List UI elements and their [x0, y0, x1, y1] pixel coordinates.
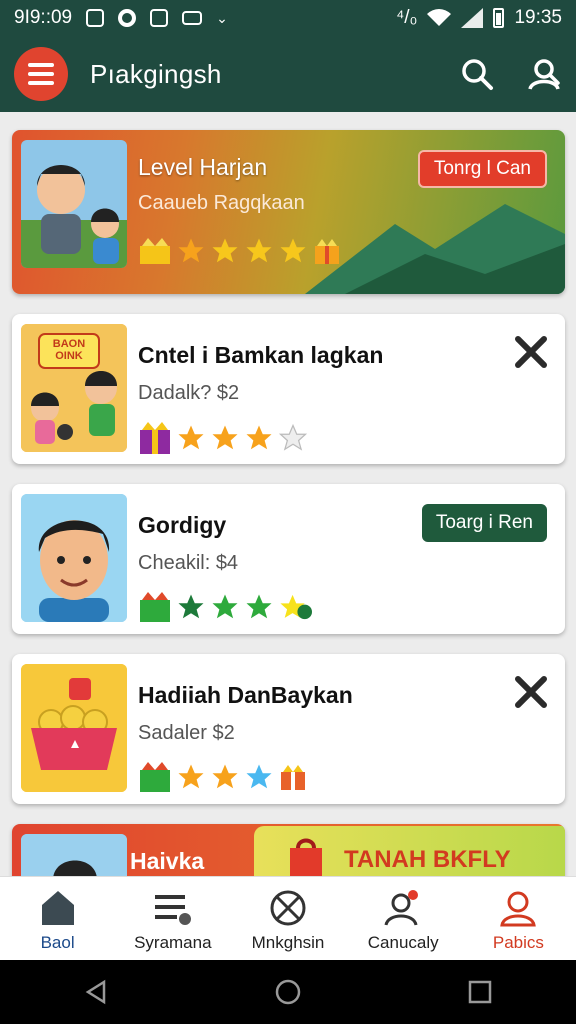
star-icon: [212, 594, 238, 619]
content-list[interactable]: Level Harjan Caaueb Ragqkaan Tonrg l Can: [0, 112, 576, 876]
status-bar: 9I9::09 ⌄ ⁴/₀ 19:35: [0, 0, 576, 36]
star-icon: [246, 764, 272, 789]
menu-icon-line: [28, 63, 54, 67]
profile-search-icon[interactable]: [526, 57, 562, 91]
settings-notification-icon: [118, 9, 137, 27]
back-icon[interactable]: [82, 978, 110, 1006]
list-card[interactable]: Hadiiah DanBaykan Sadaler $2: [12, 654, 565, 804]
nav-label: Pabics: [492, 933, 544, 952]
promo-title: Haivka: [130, 848, 205, 874]
app-bar: Pıakgingsh: [0, 36, 576, 112]
menu-button[interactable]: [14, 47, 68, 101]
nav-item-home[interactable]: Baol: [0, 877, 115, 960]
home-circle-icon[interactable]: [274, 978, 302, 1006]
bottom-navigation: Baol Syramana Mnkghsin Canucaly Pabics: [0, 876, 576, 960]
list-icon: [154, 895, 191, 925]
status-time-left: 9I9::09: [14, 7, 73, 28]
card-title: Hadiiah DanBaykan: [138, 682, 353, 708]
star-icon: [280, 238, 306, 263]
card-subtitle: Cheakil: $4: [138, 552, 239, 574]
nav-label: Syramana: [134, 933, 212, 952]
nav-item-list[interactable]: Syramana: [115, 877, 230, 960]
app-title: Pıakgingsh: [90, 58, 222, 89]
gift-icon: [315, 239, 339, 264]
star-icon: [178, 594, 204, 619]
nav-item-profile[interactable]: Pabics: [461, 877, 576, 960]
star-icon: [178, 238, 204, 263]
avatar-illustration: [21, 494, 127, 622]
user-notification-icon: [384, 890, 419, 926]
wifi-icon: [427, 9, 452, 26]
star-icon: [246, 425, 272, 450]
gift-icon: [140, 422, 170, 454]
list-card[interactable]: BAON OINK Cntel i Bamkan lagkan Dadalk? …: [12, 314, 565, 464]
battery-icon: [493, 8, 505, 28]
video-notification-icon: [182, 11, 203, 25]
signal-icon: [461, 8, 484, 28]
card-title: Gordigy: [138, 512, 227, 538]
nav-item-cancel[interactable]: Mnkghsin: [230, 877, 345, 960]
square-notification-icon: [150, 9, 169, 27]
menu-icon-line: [28, 81, 54, 85]
star-icon: [178, 764, 204, 789]
rating-row: [138, 420, 308, 456]
kid-illustration: [21, 834, 127, 876]
cancel-circle-icon: [270, 890, 306, 926]
card-thumbnail: [21, 494, 127, 622]
star-icon: [212, 764, 238, 789]
app-notification-icon: [86, 9, 105, 27]
card-thumbnail: [21, 834, 127, 876]
promo-banner[interactable]: TANAH BKFLY: [254, 826, 565, 876]
nav-item-account[interactable]: Canucaly: [346, 877, 461, 960]
card-title: Cntel i Bamkan lagkan: [138, 342, 384, 368]
star-icon: [178, 425, 204, 450]
star-icon: [246, 238, 272, 263]
promo-banner-text: TANAH BKFLY: [344, 846, 511, 873]
treasure-illustration: [21, 664, 127, 792]
thumbnail-badge: BAON OINK: [52, 338, 86, 362]
rating-row: [138, 590, 312, 624]
kids-illustration: [21, 165, 127, 268]
search-icon[interactable]: [460, 57, 494, 91]
system-navigation-bar: [0, 960, 576, 1024]
card-subtitle: Dadalk? $2: [138, 382, 240, 404]
star-icon: [280, 594, 312, 620]
chevron-down-icon: ⌄: [216, 9, 228, 26]
mountain-illustration: [305, 204, 565, 294]
gift-icon: [281, 765, 305, 790]
star-icon: [246, 594, 272, 619]
gift-bag-icon: [290, 838, 322, 876]
status-time-right: 19:35: [514, 7, 562, 28]
gift-icon: [140, 762, 170, 792]
card-subtitle: Caaueb Ragqkaan: [138, 192, 305, 214]
data-speed-text: ⁴/₀: [396, 7, 418, 28]
card-thumbnail: [21, 140, 127, 268]
nav-label: Baol: [40, 933, 75, 952]
card-action-button[interactable]: Tonrg l Can: [417, 150, 547, 188]
nav-label: Mnkghsin: [251, 933, 325, 952]
card-title: Level Harjan: [138, 154, 268, 180]
star-empty-icon: [278, 423, 308, 451]
promo-card[interactable]: Haivka TANAH BKFLY: [12, 824, 565, 876]
featured-card[interactable]: Level Harjan Caaueb Ragqkaan Tonrg l Can: [12, 130, 565, 294]
star-icon: [212, 238, 238, 263]
close-icon[interactable]: [513, 674, 549, 710]
gift-icon: [140, 238, 170, 264]
card-subtitle: Sadaler $2: [138, 722, 235, 744]
recents-icon[interactable]: [466, 978, 494, 1006]
card-action-button[interactable]: Toarg i Ren: [421, 504, 547, 542]
menu-icon-line: [28, 72, 54, 76]
list-card[interactable]: Gordigy Cheakil: $4 Toarg i Ren: [12, 484, 565, 634]
rating-row: [138, 760, 308, 794]
card-thumbnail: [21, 664, 127, 792]
rating-row: [138, 236, 342, 266]
home-icon: [41, 891, 74, 925]
star-icon: [212, 425, 238, 450]
nav-label: Canucaly: [367, 933, 439, 952]
close-icon[interactable]: [513, 334, 549, 370]
card-thumbnail: BAON OINK: [21, 324, 127, 452]
user-icon: [500, 891, 537, 927]
gift-icon: [140, 592, 170, 622]
